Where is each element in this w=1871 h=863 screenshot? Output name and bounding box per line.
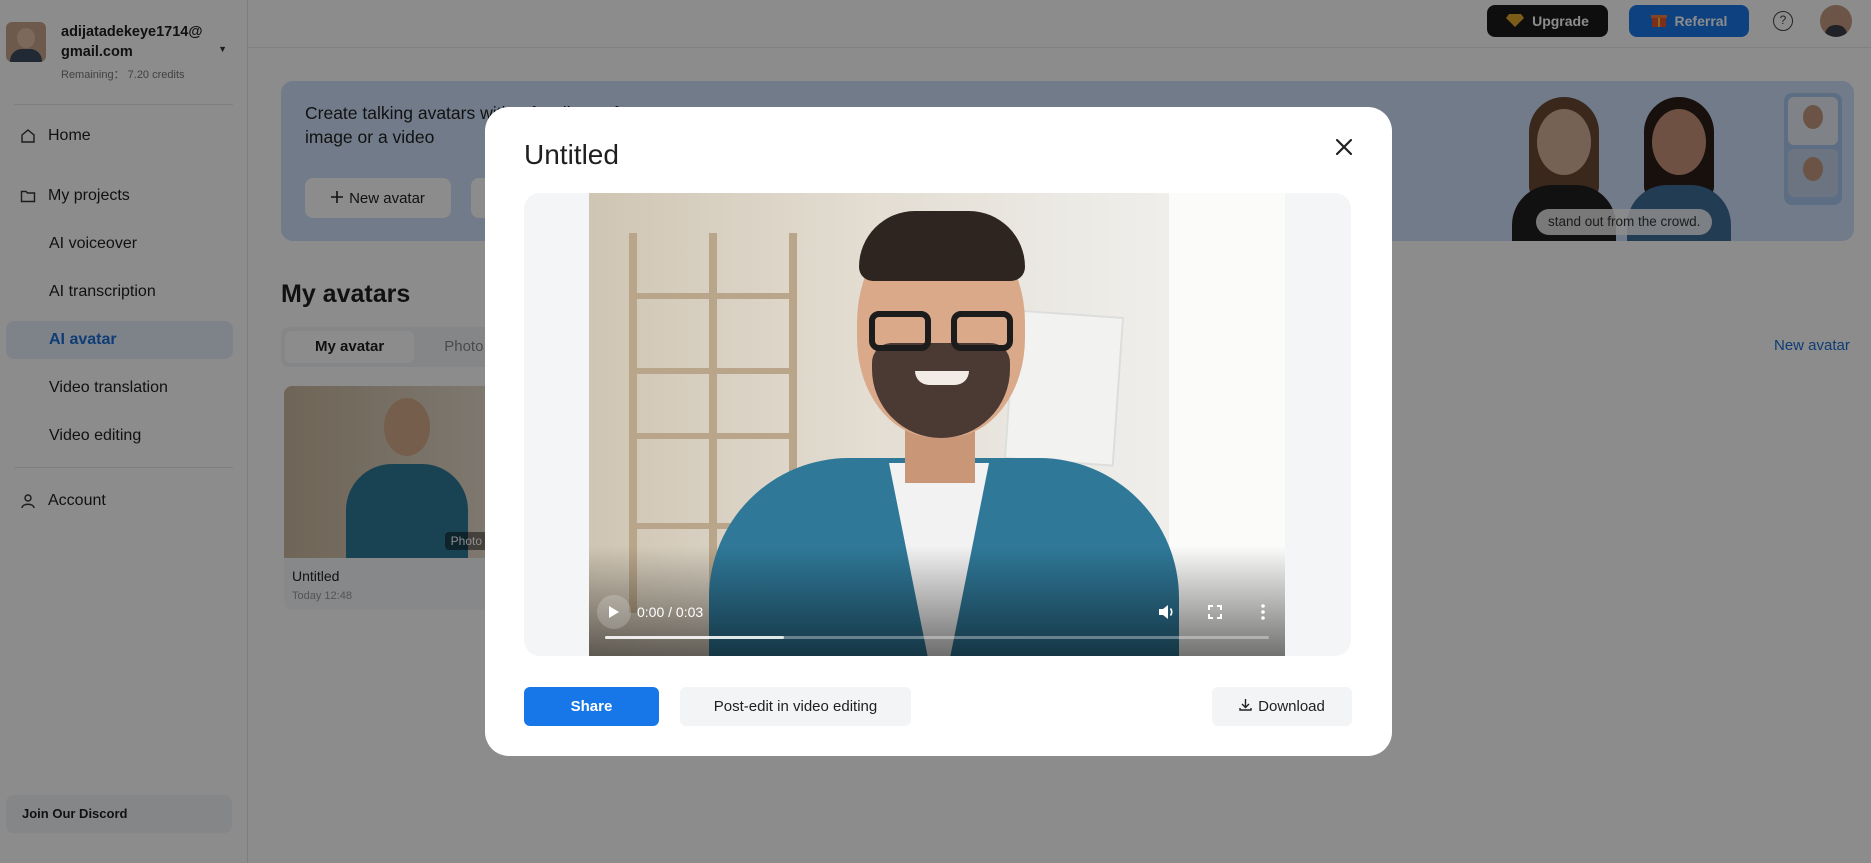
play-icon[interactable] [597,595,631,629]
hair-shape [859,211,1025,281]
download-button[interactable]: Download [1212,687,1352,726]
close-icon[interactable] [1330,133,1358,161]
video-preview-modal: Untitled 0:00 / 0:03 Share Post-edit in … [485,107,1392,756]
shelf-shape [629,433,797,439]
post-edit-button[interactable]: Post-edit in video editing [680,687,911,726]
fullscreen-icon[interactable] [1203,600,1227,624]
video-player-container: 0:00 / 0:03 [524,193,1351,656]
shelf-shape [629,368,797,374]
glasses-lens-left [869,311,931,351]
volume-icon[interactable] [1155,600,1179,624]
more-options-icon[interactable] [1251,600,1275,624]
share-button[interactable]: Share [524,687,659,726]
video-player[interactable]: 0:00 / 0:03 [589,193,1285,656]
mouth-shape [915,371,969,385]
glasses-lens-right [951,311,1013,351]
buffer-bar [605,636,785,639]
shelf-shape [629,293,797,299]
download-icon [1239,698,1252,715]
video-controls: 0:00 / 0:03 [589,586,1285,656]
download-label: Download [1258,698,1325,715]
video-time: 0:00 / 0:03 [637,604,704,620]
progress-track[interactable] [605,636,1269,639]
modal-title: Untitled [524,139,619,170]
